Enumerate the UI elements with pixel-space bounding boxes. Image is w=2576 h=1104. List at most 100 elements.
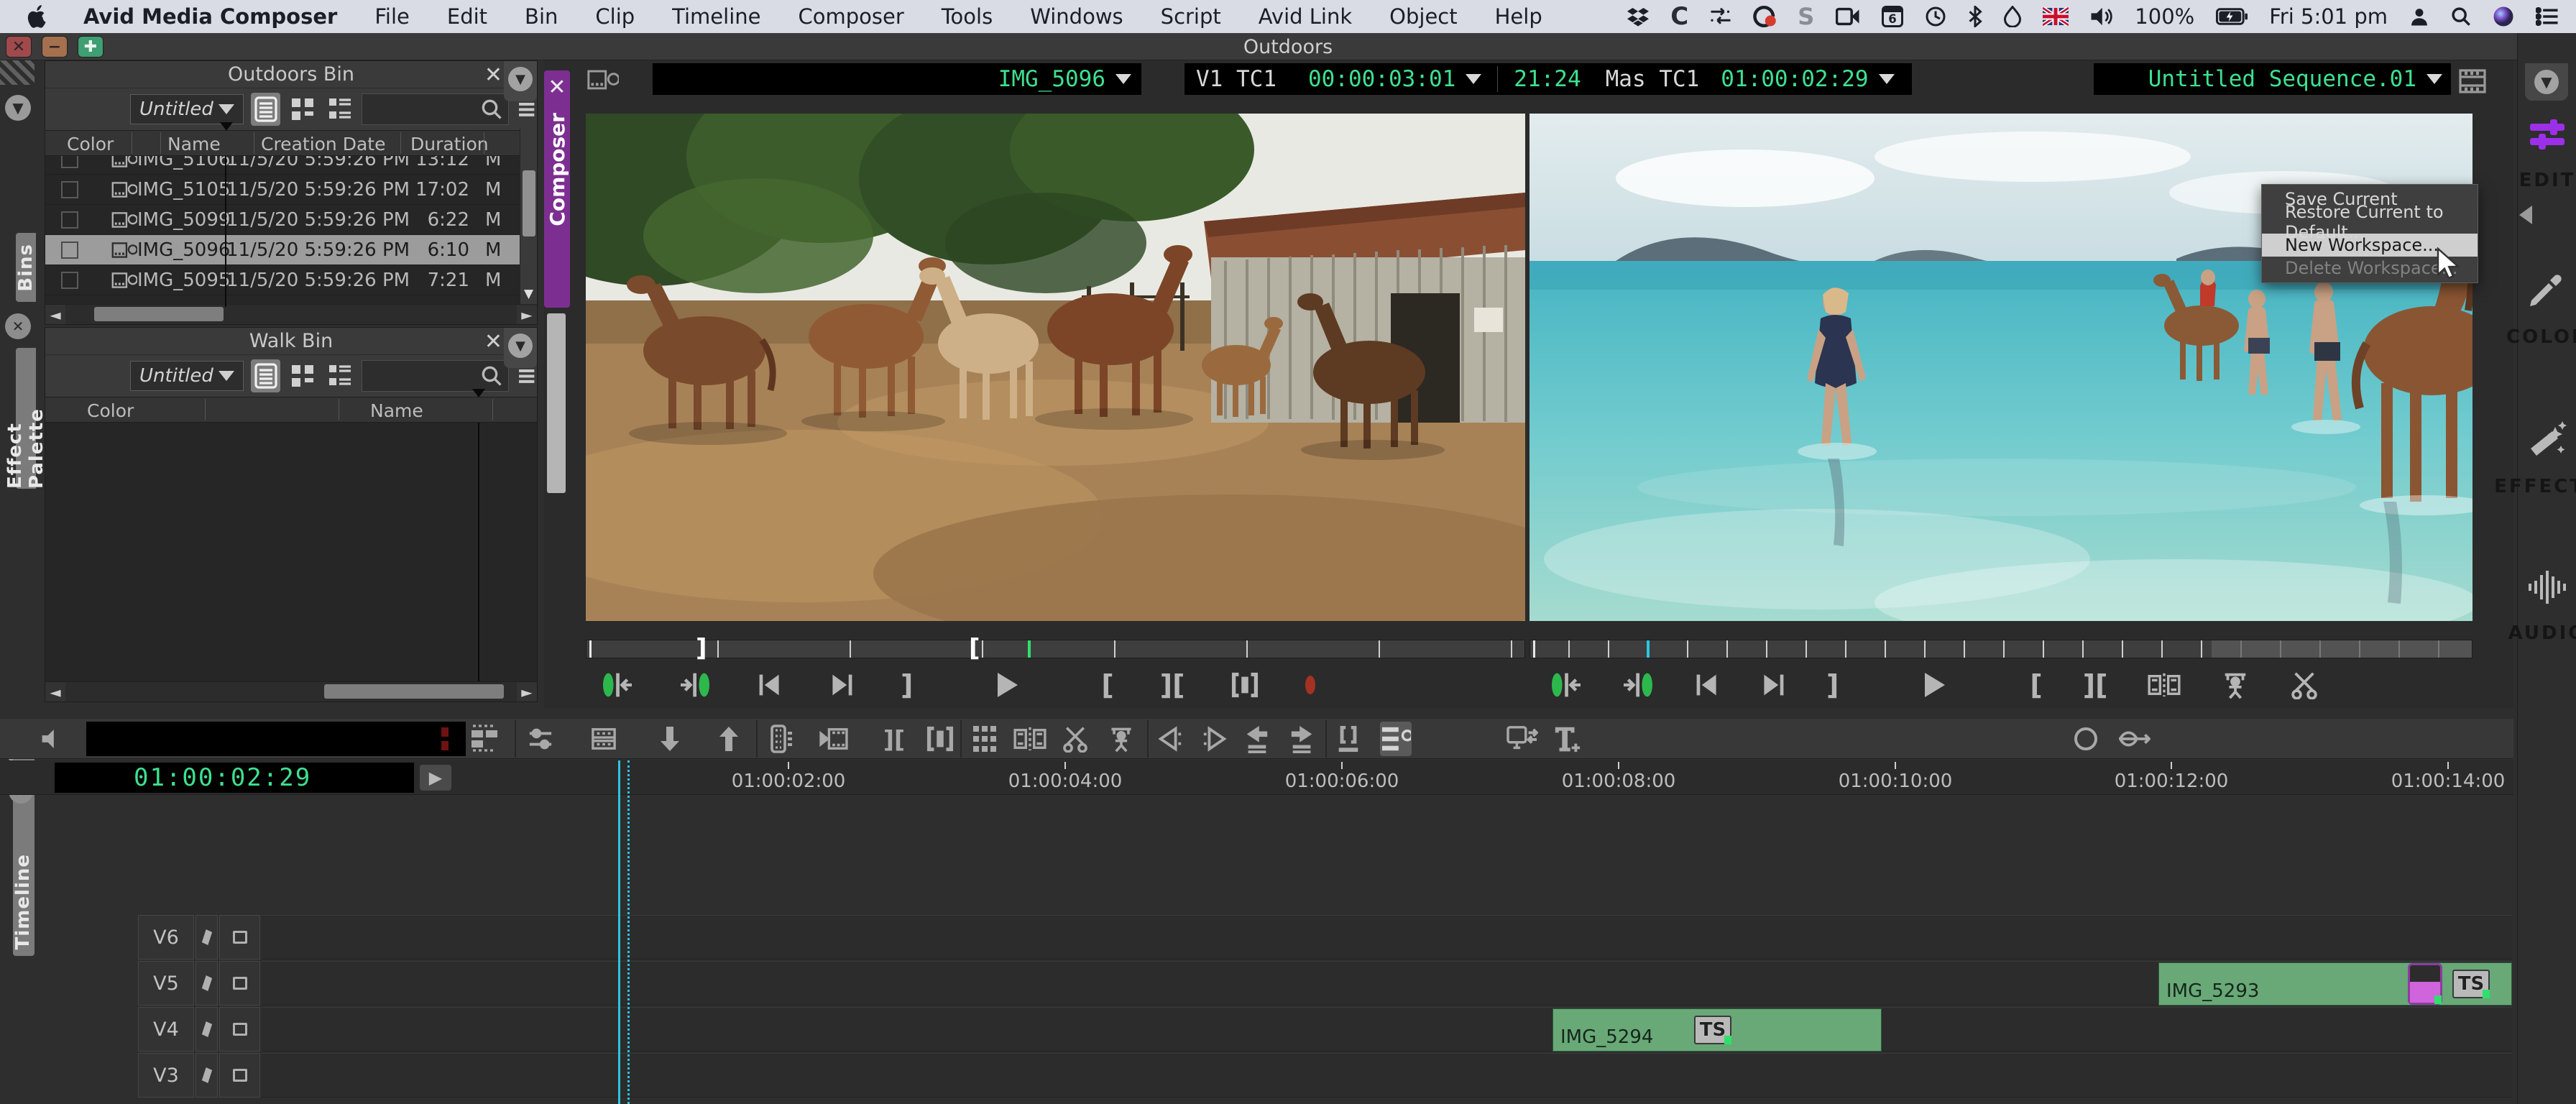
composer-tab[interactable]: ✕ Composer bbox=[544, 70, 570, 308]
mark-out-button[interactable]: ] bbox=[1826, 667, 1839, 703]
splice-in-arrow-button[interactable] bbox=[654, 722, 686, 756]
walk-bin-view-preset[interactable]: Untitled bbox=[130, 361, 244, 391]
sidebar-item-color[interactable]: COLOR bbox=[2518, 270, 2576, 348]
bin-row-img-5095[interactable]: IMG_5095 11/5/20 5:59:26 PM 7:21 M bbox=[45, 265, 537, 295]
menu-tools[interactable]: Tools bbox=[942, 4, 993, 29]
bin-row-img-5106[interactable]: IMG_5106 11/5/20 5:59:26 PM 13:12 M bbox=[45, 156, 537, 175]
menu-script[interactable]: Script bbox=[1161, 4, 1221, 29]
pane-close-button[interactable]: ✕ bbox=[5, 313, 31, 339]
sidebar-item-audio[interactable]: AUDIO bbox=[2518, 571, 2576, 644]
bluetooth-icon[interactable] bbox=[1968, 2, 1982, 31]
spotlight-icon[interactable] bbox=[2451, 2, 2471, 31]
track-pen-cell[interactable] bbox=[196, 961, 218, 1006]
lift-button[interactable] bbox=[1105, 722, 1137, 756]
track-name-button[interactable]: V3 bbox=[138, 1053, 194, 1098]
composer-rail-scrollbar[interactable] bbox=[547, 313, 566, 493]
column-creation-date[interactable]: Creation Date bbox=[261, 134, 385, 155]
column-name[interactable]: Name bbox=[167, 134, 221, 155]
outdoors-bin-horizontal-scrollbar[interactable]: ◄ ► bbox=[45, 304, 537, 324]
track-pen-cell[interactable] bbox=[196, 1007, 218, 1052]
scroll-right-arrow[interactable]: ► bbox=[517, 684, 537, 701]
user-icon[interactable] bbox=[2409, 2, 2429, 31]
time-machine-icon[interactable] bbox=[1925, 2, 1946, 31]
clip-checkbox[interactable] bbox=[61, 211, 78, 229]
mark-in-out-button[interactable]: ][ bbox=[878, 722, 910, 756]
composer-close-icon[interactable]: ✕ bbox=[548, 75, 566, 100]
column-color[interactable]: Color bbox=[87, 400, 134, 421]
step-backward-button[interactable] bbox=[757, 667, 783, 703]
track-monitor-cell[interactable] bbox=[219, 915, 260, 960]
scroll-right-arrow[interactable]: ► bbox=[517, 306, 537, 323]
timewarp-badge[interactable]: TS bbox=[1694, 1016, 1731, 1044]
pane-fast-menu-button[interactable]: ▼ bbox=[5, 95, 31, 121]
window-close-button[interactable]: ✕ bbox=[6, 36, 32, 58]
track-monitor-cell[interactable] bbox=[219, 961, 260, 1006]
location-drop-icon[interactable] bbox=[2004, 2, 2021, 31]
text-view-button[interactable] bbox=[251, 359, 281, 392]
go-to-out-button[interactable] bbox=[1622, 667, 1654, 703]
bin-row-img-5099[interactable]: IMG_5099 11/5/20 5:59:26 PM 6:22 M bbox=[45, 205, 537, 235]
track-lane[interactable] bbox=[262, 1053, 2512, 1098]
track-monitor-cell[interactable] bbox=[219, 1007, 260, 1052]
track-panel-toggle[interactable] bbox=[469, 722, 500, 756]
cut-button[interactable] bbox=[1059, 722, 1091, 756]
circle-tool-button[interactable] bbox=[2070, 722, 2102, 756]
track-lane[interactable]: IMG_5294 TS bbox=[262, 1007, 2512, 1052]
walk-bin-rows-empty[interactable] bbox=[45, 423, 537, 684]
grid-button[interactable] bbox=[969, 722, 1000, 756]
source-playhead[interactable] bbox=[1028, 640, 1031, 658]
walk-bin-fast-menu[interactable]: ▼ bbox=[504, 328, 537, 368]
clip-checkbox[interactable] bbox=[61, 272, 78, 289]
menu-avid-link[interactable]: Avid Link bbox=[1259, 4, 1352, 29]
trim-right-button[interactable] bbox=[1199, 722, 1230, 756]
timecode-displays[interactable]: V1 TC1 00:00:03:01 21:24 Mas TC1 01:00:0… bbox=[1184, 63, 1912, 95]
source-position-bar[interactable]: ] [ bbox=[586, 640, 1525, 658]
track-name-button[interactable]: V6 bbox=[138, 915, 194, 960]
timeline-playhead[interactable] bbox=[618, 760, 620, 1104]
video-quality-button[interactable] bbox=[525, 722, 556, 756]
walk-bin-titlebar[interactable]: Walk Bin ✕ bbox=[45, 328, 537, 355]
sequence-name-menu[interactable]: Untitled Sequence.01 bbox=[2094, 63, 2451, 95]
play-button[interactable] bbox=[995, 667, 1019, 703]
mark-in-button[interactable]: [ bbox=[1101, 667, 1113, 703]
track-lane[interactable] bbox=[262, 915, 2512, 960]
menu-file[interactable]: File bbox=[374, 4, 410, 29]
clip-checkbox[interactable] bbox=[61, 242, 78, 259]
splice-in-button[interactable] bbox=[2148, 667, 2181, 703]
source-monitor-video[interactable] bbox=[586, 114, 1525, 621]
bin-row-img-5105[interactable]: IMG_5105 11/5/20 5:59:26 PM 17:02 M bbox=[45, 175, 537, 205]
menu-clip[interactable]: Clip bbox=[595, 4, 635, 29]
screen-record-icon[interactable] bbox=[1753, 2, 1776, 31]
render-pen-button[interactable] bbox=[2119, 722, 2150, 756]
outdoors-bin-view-preset[interactable]: Untitled bbox=[130, 94, 244, 124]
step-forward-button[interactable] bbox=[829, 667, 855, 703]
menu-composer[interactable]: Composer bbox=[798, 4, 903, 29]
lift-button[interactable] bbox=[2221, 667, 2250, 703]
scroll-left-arrow[interactable]: ◄ bbox=[45, 684, 65, 701]
menu-object[interactable]: Object bbox=[1389, 4, 1457, 29]
timewarp-badge[interactable]: TS bbox=[2452, 970, 2490, 998]
effect-mode-button[interactable] bbox=[588, 722, 620, 756]
bin-row-img-5096-selected[interactable]: IMG_5096 11/5/20 5:59:26 PM 6:10 M bbox=[45, 235, 537, 265]
calendar-6-icon[interactable]: 6 bbox=[1882, 2, 1903, 31]
record-position-bar[interactable] bbox=[1530, 640, 2472, 658]
outdoors-bin-vertical-scrollbar[interactable]: ▼ bbox=[520, 129, 537, 304]
script-view-button[interactable] bbox=[325, 93, 355, 126]
sidebar-collapse-icon[interactable] bbox=[2519, 206, 2532, 224]
column-duration[interactable]: Duration bbox=[410, 134, 489, 155]
clip-img-5293[interactable]: IMG_5293 TS bbox=[2158, 962, 2512, 1006]
segment-link-toggle[interactable] bbox=[1380, 722, 1412, 756]
timeline-ruler[interactable]: 01:00:02:29 ▶ 01:00:02:00 01:00:04:00 01… bbox=[0, 760, 2513, 795]
video-camera-icon[interactable] bbox=[1836, 2, 1860, 31]
window-zoom-button[interactable]: ✚ bbox=[78, 36, 104, 58]
column-color[interactable]: Color bbox=[67, 134, 114, 155]
workflow-icon[interactable] bbox=[1710, 2, 1731, 31]
shift-right-button[interactable] bbox=[1287, 722, 1318, 756]
record-playhead[interactable] bbox=[1647, 640, 1650, 658]
trim-left-button[interactable] bbox=[1154, 722, 1186, 756]
bins-tab[interactable]: Bins bbox=[16, 233, 36, 302]
timeline-play-button[interactable]: ▶ bbox=[420, 765, 451, 791]
menu-bin[interactable]: Bin bbox=[525, 4, 558, 29]
mark-in-out-button[interactable]: ][ bbox=[2083, 667, 2108, 703]
clip-checkbox[interactable] bbox=[61, 181, 78, 198]
